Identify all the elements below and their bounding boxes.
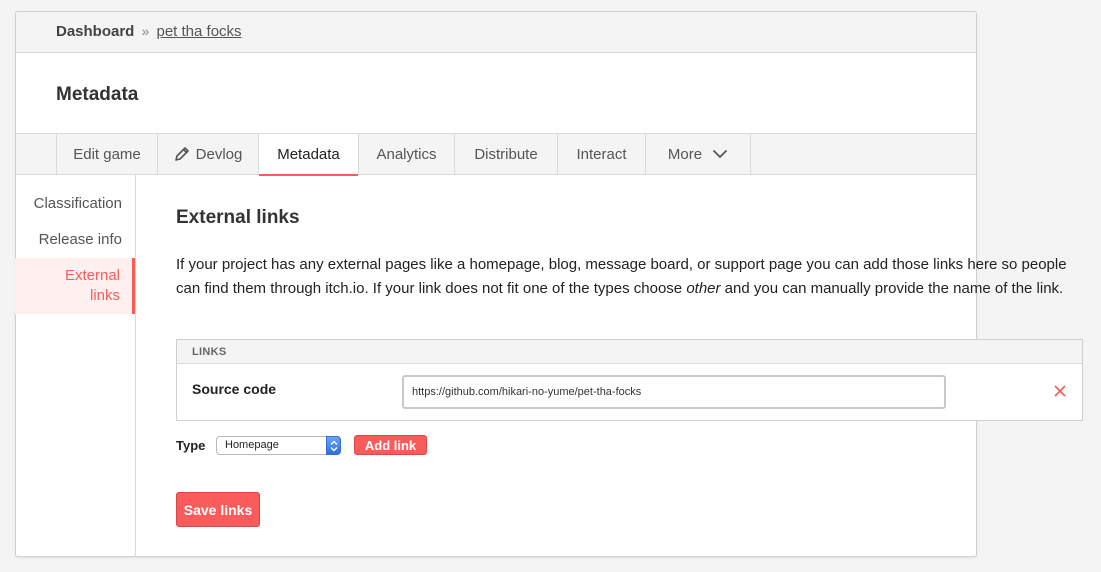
tab-label: Devlog (195, 145, 243, 163)
tab-distribute[interactable]: Distribute (454, 134, 557, 174)
remove-link-icon[interactable] (1053, 384, 1067, 398)
tab-interact[interactable]: Interact (557, 134, 645, 174)
pencil-icon (174, 147, 189, 161)
tab-label: More (667, 145, 703, 163)
tab-label: Analytics (376, 145, 437, 163)
link-url-input[interactable] (402, 375, 946, 409)
add-link-button[interactable]: Add link (354, 435, 427, 455)
tab-label: Edit game (73, 145, 141, 163)
tab-bar: Edit game Devlog Metadata Analytics Dist… (16, 133, 976, 176)
tab-more[interactable]: More (645, 134, 751, 174)
breadcrumb-separator: » (141, 23, 150, 39)
breadcrumb-dashboard-link[interactable]: Dashboard (56, 23, 134, 40)
edit-game-panel: Dashboard » pet tha focks Metadata Edit … (15, 11, 1083, 557)
chevron-down-icon (712, 149, 728, 159)
breadcrumb-bar: Dashboard » pet tha focks (16, 12, 976, 53)
description-text: and you can manually provide the name of… (720, 280, 1064, 297)
sidebar-item-classification[interactable]: Classification (15, 194, 135, 214)
tab-label: Distribute (474, 145, 538, 163)
sidebar-item-label: External (64, 267, 120, 284)
tab-edit-game[interactable]: Edit game (56, 134, 157, 174)
tab-devlog[interactable]: Devlog (157, 134, 258, 174)
sidebar: Classification Release info External lin… (15, 175, 136, 557)
tab-metadata[interactable]: Metadata (258, 134, 358, 176)
tab-analytics[interactable]: Analytics (358, 134, 454, 174)
type-select[interactable]: Homepage (216, 436, 341, 455)
link-type-label: Source code (192, 381, 277, 397)
tab-label: Metadata (277, 146, 340, 163)
breadcrumb-game-link[interactable]: pet tha focks (157, 23, 242, 40)
page-title: Metadata (56, 84, 139, 105)
breadcrumb: Dashboard » pet tha focks (56, 23, 242, 40)
sidebar-item-release-info[interactable]: Release info (15, 230, 135, 250)
table-row: Source code (177, 364, 1082, 420)
tab-label: Interact (576, 145, 627, 163)
description-emphasis: other (686, 280, 721, 297)
section-description: If your project has any external pages l… (176, 253, 1088, 301)
type-label: Type (176, 438, 206, 453)
type-select-value: Homepage (225, 439, 279, 451)
sidebar-item-label: links (89, 287, 120, 304)
select-arrows-icon (326, 436, 341, 455)
sidebar-item-external-links[interactable]: External links (15, 258, 135, 314)
links-header: LINKS (177, 340, 1082, 364)
save-links-button[interactable]: Save links (176, 492, 260, 527)
links-table: LINKS Source code (176, 339, 1083, 421)
section-title: External links (176, 207, 300, 228)
